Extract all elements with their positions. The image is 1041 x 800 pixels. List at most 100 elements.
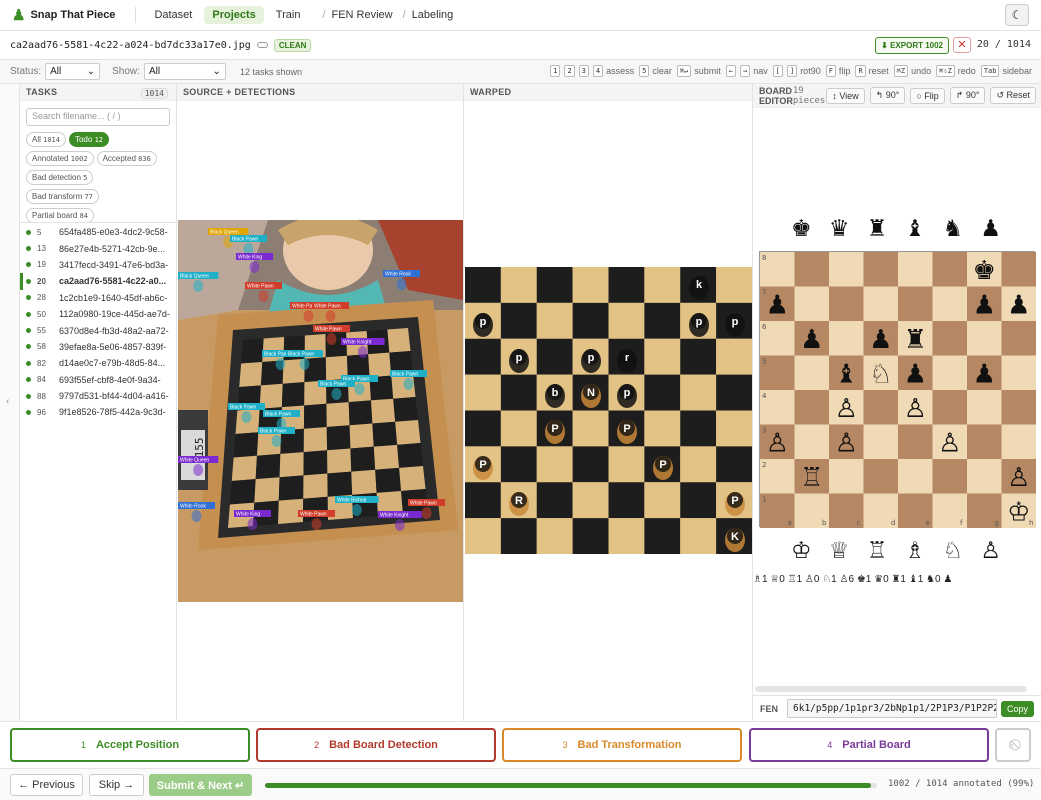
partial-board-button[interactable]: 4 Partial Board bbox=[749, 728, 989, 762]
board-piece[interactable]: ♔ bbox=[1007, 497, 1030, 527]
board-square[interactable] bbox=[1001, 355, 1037, 391]
rotate-right-button[interactable]: ↱ 90° bbox=[949, 87, 986, 104]
fen-input[interactable]: 6k1/p5pp/1p1pr3/2bNp1p1/2P1P3/P1P2P2/1R5… bbox=[787, 699, 997, 718]
board-piece[interactable]: ♙ bbox=[938, 428, 961, 458]
status-filter-select[interactable]: All ⌄ bbox=[45, 63, 101, 80]
tray-piece[interactable]: ♙ bbox=[980, 537, 1001, 563]
skip-button[interactable]: Skip → bbox=[89, 774, 144, 796]
show-filter-select[interactable]: All ⌄ bbox=[143, 63, 226, 80]
board-piece[interactable]: ♙ bbox=[766, 428, 789, 458]
nav-tab-dataset[interactable]: Dataset bbox=[146, 6, 200, 24]
task-row[interactable]: 82 d14ae0c7-e79b-48d5-84... bbox=[20, 355, 176, 371]
board-square[interactable] bbox=[932, 321, 968, 356]
view-button[interactable]: ↕ View bbox=[826, 87, 865, 104]
board-piece[interactable]: ♟ bbox=[869, 325, 892, 355]
bad-board-detection-button[interactable]: 2 Bad Board Detection bbox=[256, 728, 496, 762]
board-square[interactable] bbox=[863, 390, 899, 425]
board-piece[interactable]: ♜ bbox=[904, 325, 927, 355]
board-square[interactable] bbox=[932, 286, 968, 322]
task-row[interactable]: 28 1c2cb1e9-1640-45df-ab6c- bbox=[20, 290, 176, 306]
board-square[interactable] bbox=[932, 390, 968, 425]
link-icon[interactable] bbox=[256, 42, 268, 48]
board-piece[interactable]: ♟ bbox=[1007, 290, 1030, 320]
nav-tab-train[interactable]: Train bbox=[268, 6, 309, 24]
board-square[interactable] bbox=[1001, 424, 1037, 460]
rotate-left-button[interactable]: ↰ 90° bbox=[869, 87, 906, 104]
tray-piece[interactable]: ♜ bbox=[867, 215, 888, 241]
accept-position-button[interactable]: 1 Accept Position bbox=[10, 728, 250, 762]
board-square[interactable] bbox=[967, 459, 1002, 494]
task-row[interactable]: 13 86e27e4b-5271-42cb-9e... bbox=[20, 240, 176, 256]
bad-transformation-button[interactable]: 3 Bad Transformation bbox=[502, 728, 742, 762]
board-square[interactable] bbox=[794, 286, 830, 322]
board-piece[interactable]: ♟ bbox=[766, 290, 789, 320]
task-row[interactable]: 20 ca2aad76-5581-4c22-a0... bbox=[20, 273, 176, 290]
board-piece[interactable]: ♝ bbox=[835, 359, 858, 389]
tray-piece[interactable]: ♔ bbox=[791, 537, 812, 563]
board-square[interactable] bbox=[898, 424, 933, 460]
tray-piece[interactable]: ♘ bbox=[943, 537, 964, 563]
filter-chip-partial-board[interactable]: Partial board 84 bbox=[26, 208, 95, 223]
filter-chip-accepted[interactable]: Accepted 836 bbox=[96, 151, 157, 166]
nav-tab-projects[interactable]: Projects bbox=[204, 6, 264, 24]
board-piece[interactable]: ♟ bbox=[800, 325, 823, 355]
board-square[interactable] bbox=[863, 459, 899, 494]
tray-piece[interactable]: ♟ bbox=[980, 215, 1001, 241]
board-piece[interactable]: ♙ bbox=[835, 428, 858, 458]
board-piece[interactable]: ♙ bbox=[835, 394, 858, 424]
board-square[interactable] bbox=[863, 286, 899, 322]
board-square[interactable] bbox=[794, 252, 830, 287]
board-piece[interactable]: ♖ bbox=[800, 463, 823, 493]
tray-piece[interactable]: ♚ bbox=[791, 215, 812, 241]
board-square[interactable] bbox=[1001, 390, 1037, 425]
clear-assessment-button[interactable]: 5⃠ bbox=[995, 728, 1031, 762]
board-square[interactable] bbox=[932, 355, 968, 391]
editor-horizontal-scrollbar[interactable] bbox=[755, 686, 1027, 692]
task-row[interactable]: 5 654fa485-e0e3-4dc2-9c58- bbox=[20, 224, 176, 240]
board-piece[interactable]: ♟ bbox=[973, 359, 996, 389]
board-square[interactable] bbox=[967, 321, 1002, 356]
board-square[interactable] bbox=[898, 459, 933, 494]
filter-chip-todo[interactable]: Todo 12 bbox=[68, 132, 109, 147]
theme-toggle-button[interactable]: ☾ bbox=[1005, 4, 1029, 26]
board-square[interactable] bbox=[863, 252, 899, 287]
task-row[interactable]: 50 112a0980-19ce-445d-ae7d- bbox=[20, 306, 176, 322]
board-square[interactable] bbox=[829, 459, 864, 494]
board-square[interactable] bbox=[863, 424, 899, 460]
app-logo[interactable]: ♟ Snap That Piece bbox=[12, 6, 115, 24]
board-square[interactable] bbox=[829, 321, 864, 356]
filter-chip-all[interactable]: All 1014 bbox=[26, 132, 66, 147]
task-row[interactable]: 55 6370d8e4-fb3d-48a2-aa72- bbox=[20, 322, 176, 338]
board-piece[interactable]: ♙ bbox=[904, 394, 927, 424]
task-search-input[interactable]: Search filename... ( / ) bbox=[26, 108, 170, 126]
tray-piece[interactable]: ♞ bbox=[943, 215, 964, 241]
board-square[interactable] bbox=[967, 390, 1002, 425]
task-row[interactable]: 96 9f1e8526-78f5-442a-9c3d- bbox=[20, 404, 176, 420]
tray-piece[interactable]: ♖ bbox=[867, 537, 888, 563]
board-square[interactable] bbox=[898, 252, 933, 287]
task-row[interactable]: 88 9797d531-bf44-4d04-a416- bbox=[20, 388, 176, 404]
tray-piece[interactable]: ♕ bbox=[829, 537, 850, 563]
board-piece[interactable]: ♙ bbox=[1007, 463, 1030, 493]
reset-button[interactable]: ↺ Reset bbox=[990, 87, 1036, 104]
board-square[interactable] bbox=[932, 252, 968, 287]
board-piece[interactable]: ♚ bbox=[973, 256, 996, 286]
board-square[interactable] bbox=[932, 459, 968, 494]
board-square[interactable] bbox=[794, 424, 830, 460]
filter-chip-annotated[interactable]: Annotated 1002 bbox=[26, 151, 94, 166]
board-piece[interactable]: ♘ bbox=[869, 359, 892, 389]
board-square[interactable] bbox=[829, 252, 864, 287]
board-piece[interactable]: ♟ bbox=[973, 290, 996, 320]
submit-next-button[interactable]: Submit & Next ↵ bbox=[149, 774, 252, 796]
copy-fen-button[interactable]: Copy bbox=[1001, 700, 1035, 717]
export-button[interactable]: ⬇ EXPORT 1002 bbox=[875, 37, 949, 54]
tray-piece[interactable]: ♗ bbox=[905, 537, 926, 563]
previous-button[interactable]: ← Previous bbox=[10, 774, 83, 796]
breadcrumb-project[interactable]: FEN Review bbox=[332, 9, 393, 21]
board-square[interactable] bbox=[794, 355, 830, 391]
flip-button[interactable]: ○ Flip bbox=[910, 87, 945, 104]
sidebar-collapse-strip[interactable]: ‹ bbox=[0, 84, 20, 721]
board-square[interactable] bbox=[1001, 252, 1037, 287]
filter-chip-bad-detection[interactable]: Bad detection 5 bbox=[26, 170, 94, 185]
board-square[interactable] bbox=[794, 390, 830, 425]
